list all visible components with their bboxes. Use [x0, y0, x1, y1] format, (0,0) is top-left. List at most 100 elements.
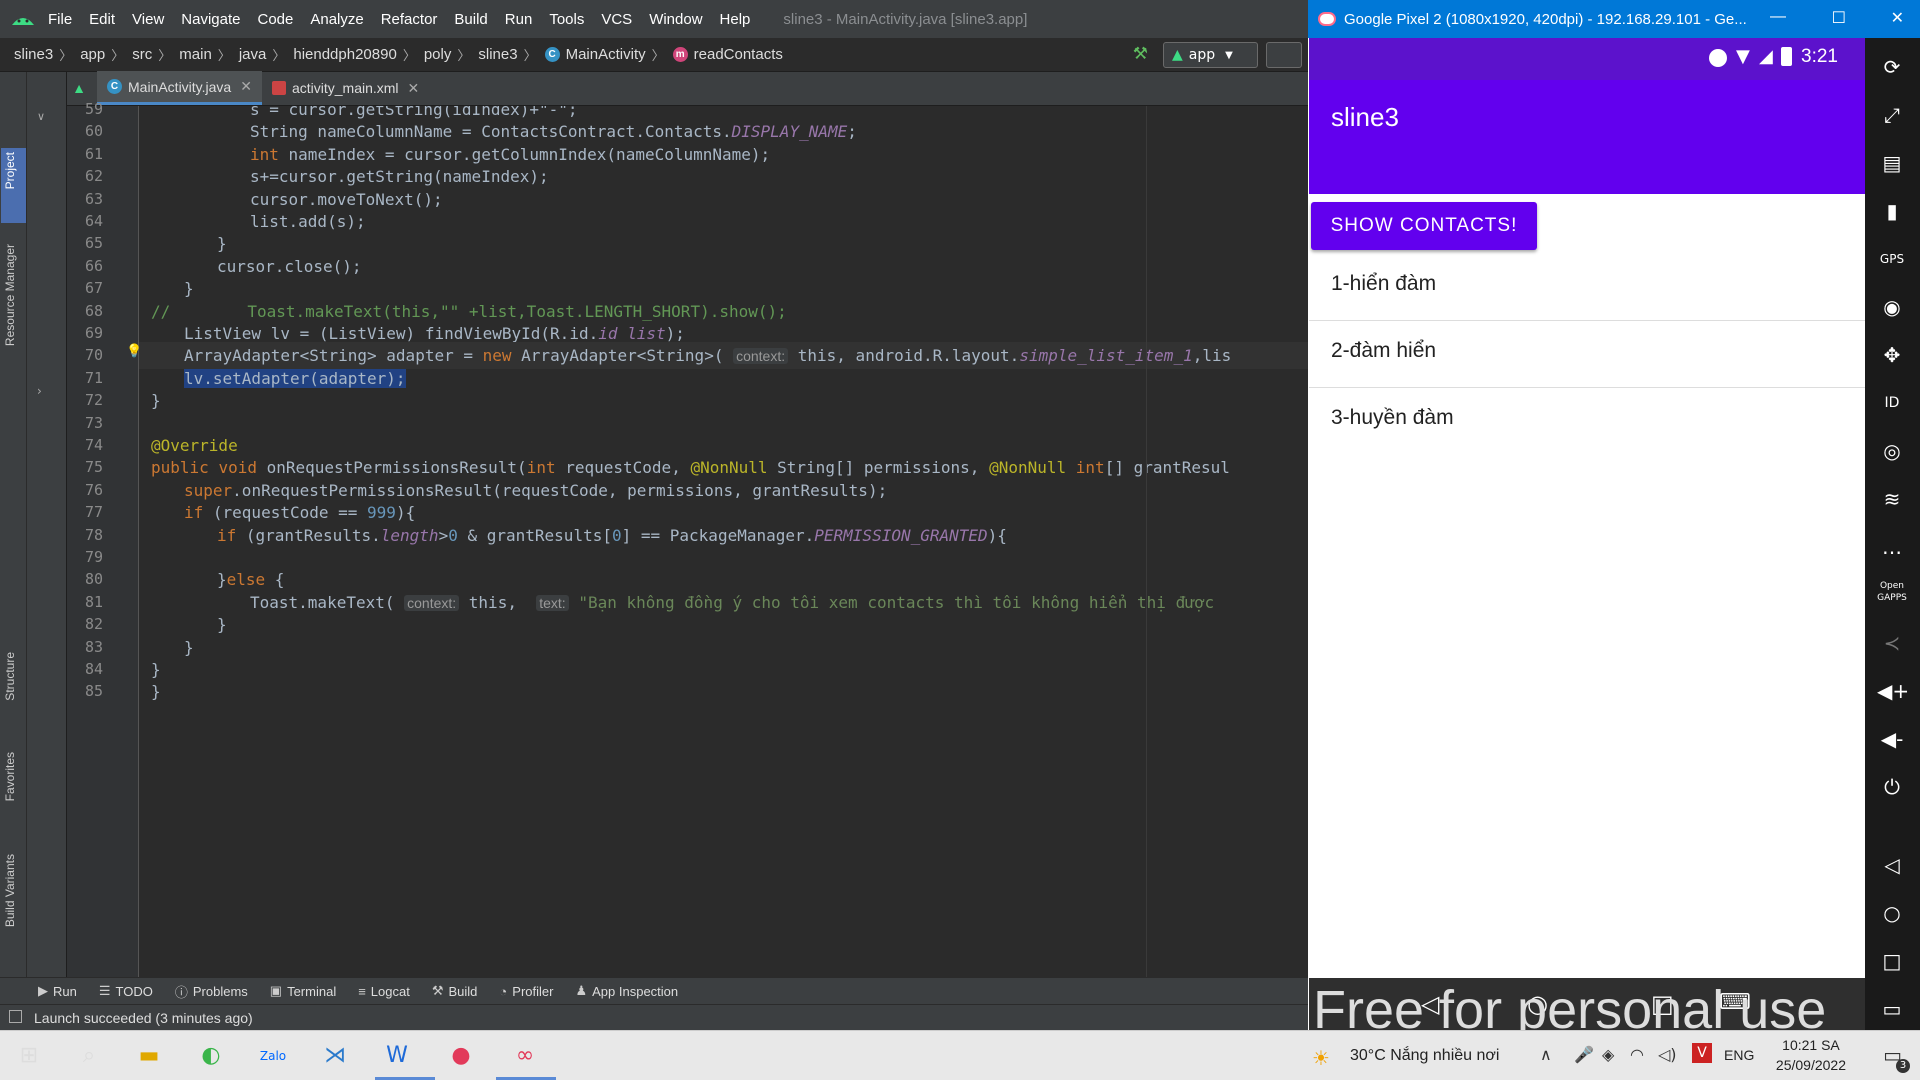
breadcrumb-item[interactable]: MainActivity [566, 46, 646, 63]
show-contacts-button[interactable]: SHOW CONTACTS! [1311, 202, 1537, 250]
genymotion-player-icon[interactable]: ∞ [508, 1039, 542, 1073]
tab-problems[interactable]: ⓘ Problems [175, 982, 248, 1001]
tab-profiler[interactable]: ◔ Profiler [499, 984, 553, 999]
terminal-icon: ▣ [269, 983, 283, 998]
breadcrumb-item[interactable]: sline3 [478, 46, 517, 63]
wifi-icon[interactable]: ◠ [1630, 1045, 1644, 1064]
menu-view[interactable]: View [132, 11, 164, 28]
file-explorer-icon[interactable]: ▬ [132, 1039, 166, 1073]
cast-icon[interactable]: ≋ [1877, 484, 1907, 514]
webcam-icon[interactable]: ◉ [1877, 292, 1907, 322]
menu-analyze[interactable]: Analyze [310, 11, 363, 28]
tab-mainactivity[interactable]: C MainActivity.java ✕ [97, 71, 262, 105]
chevron-right-icon: 〉 [111, 48, 125, 63]
camera-icon[interactable]: ▤ [1877, 148, 1907, 178]
battery-icon [1781, 47, 1792, 66]
tray-chevron-icon[interactable]: ∧ [1540, 1045, 1552, 1064]
battery-icon[interactable]: ▮ [1877, 196, 1907, 226]
code-line[interactable]: } [139, 678, 1308, 705]
genymotion-icon[interactable]: ● [444, 1039, 478, 1073]
open-gapps-icon[interactable]: Open GAPPS [1877, 580, 1907, 610]
menu-code[interactable]: Code [257, 11, 293, 28]
weather-text[interactable]: 30°C Nắng nhiều nơi [1350, 1047, 1499, 1065]
rotate-icon[interactable]: ⟳ [1877, 52, 1907, 82]
breadcrumb-item[interactable]: src [132, 46, 152, 63]
lightbulb-icon[interactable]: 💡 [126, 344, 142, 359]
menu-window[interactable]: Window [649, 11, 702, 28]
media-icon[interactable]: ◎ [1877, 436, 1907, 466]
home-icon[interactable]: ○ [1877, 898, 1907, 928]
code-editor[interactable]: s = cursor.getString(idIndex)+"-"; String… [139, 106, 1308, 977]
tab-structure[interactable]: Structure [3, 652, 17, 701]
tab-terminal[interactable]: ▣ Terminal [270, 983, 336, 999]
menu-build[interactable]: Build [454, 11, 487, 28]
tab-app-inspection[interactable]: ♟ App Inspection [575, 983, 678, 999]
menu-file[interactable]: File [48, 11, 72, 28]
genymotion-icon [1318, 12, 1336, 26]
language-indicator[interactable]: ENG [1724, 1047, 1754, 1063]
layout-toggle-icon[interactable] [9, 1010, 22, 1023]
breadcrumb-item[interactable]: java [239, 46, 267, 63]
vscode-icon[interactable]: ⋊ [318, 1039, 352, 1073]
clock[interactable]: 10:21 SA 25/09/2022 [1776, 1035, 1846, 1075]
fullscreen-icon[interactable]: ⤢ [1877, 100, 1907, 130]
menu-help[interactable]: Help [720, 11, 751, 28]
tab-run[interactable]: ▶ Run [38, 983, 77, 999]
tab-build[interactable]: ⚒ Build [432, 983, 478, 999]
tab-favorites[interactable]: Favorites [3, 752, 17, 801]
share-icon[interactable]: ≺ [1877, 628, 1907, 658]
phone-time: 3:21 [1801, 46, 1838, 67]
tab-logcat[interactable]: ≡ Logcat [358, 984, 410, 999]
browser-icon[interactable]: ◐ [194, 1039, 228, 1073]
breadcrumb-item[interactable]: sline3 [14, 46, 53, 63]
microphone-icon[interactable]: 🎤 [1574, 1045, 1594, 1064]
breadcrumb-item[interactable]: main [179, 46, 212, 63]
sms-icon[interactable]: … [1877, 532, 1907, 562]
id-icon[interactable]: ID [1877, 388, 1907, 418]
recents-icon[interactable]: □ [1877, 946, 1907, 976]
run-config-dropdown[interactable]: ▲ app ▼ [1163, 42, 1258, 68]
minimize-icon[interactable]: — [1770, 8, 1786, 26]
tab-resource-manager[interactable]: Resource Manager [3, 244, 17, 346]
list-item[interactable]: 2-đàm hiển [1309, 321, 1865, 388]
tab-todo[interactable]: ☰ TODO [99, 983, 153, 999]
close-icon[interactable]: ✕ [1891, 8, 1904, 28]
back-icon[interactable]: ◁ [1877, 850, 1907, 880]
menu-run[interactable]: Run [505, 11, 533, 28]
close-icon[interactable]: ✕ [240, 78, 252, 95]
list-item[interactable]: 3-huyền đàm [1309, 388, 1865, 455]
list-item[interactable]: 1-hiển đàm [1309, 254, 1865, 321]
word-icon[interactable]: W [380, 1039, 414, 1073]
breadcrumb-item[interactable]: readContacts [694, 46, 783, 63]
windows-start-icon[interactable]: ⊞ [12, 1039, 46, 1073]
search-icon[interactable]: ⌕ [72, 1039, 106, 1073]
tab-activity-main-xml[interactable]: activity_main.xml ✕ [262, 71, 429, 105]
breadcrumb-item[interactable]: app [80, 46, 105, 63]
zalo-icon[interactable]: Zalo [256, 1039, 290, 1073]
volume-up-icon[interactable]: ◀+ [1877, 676, 1909, 706]
chevron-right-icon[interactable]: › [37, 384, 42, 398]
gps-icon[interactable]: GPS [1877, 244, 1907, 274]
tab-build-label: Build [448, 983, 478, 999]
build-hammer-icon[interactable]: ⚒ [1133, 44, 1148, 64]
volume-down-icon[interactable]: ◀- [1877, 724, 1907, 754]
menu-vcs[interactable]: VCS [601, 11, 632, 28]
device-selector-button[interactable] [1266, 42, 1302, 68]
breadcrumb-item[interactable]: poly [424, 46, 452, 63]
menu-navigate[interactable]: Navigate [181, 11, 240, 28]
menu-edit[interactable]: Edit [89, 11, 115, 28]
move-icon[interactable]: ✥ [1877, 340, 1907, 370]
power-icon[interactable]: ⏻ [1877, 772, 1907, 802]
unikey-icon[interactable]: V [1692, 1043, 1712, 1063]
menu-refactor[interactable]: Refactor [381, 11, 438, 28]
volume-icon[interactable]: ◁) [1658, 1045, 1677, 1064]
chevron-down-icon[interactable]: ∨ [37, 110, 45, 123]
tab-build-variants[interactable]: Build Variants [3, 854, 17, 927]
maximize-icon[interactable]: ☐ [1832, 8, 1846, 28]
network-icon[interactable]: ◈ [1602, 1045, 1614, 1064]
menu-tools[interactable]: Tools [549, 11, 584, 28]
menu-icon[interactable]: ▭ [1877, 994, 1907, 1024]
run-config-label: app [1188, 47, 1216, 63]
close-icon[interactable]: ✕ [408, 80, 420, 97]
breadcrumb-item[interactable]: hienddph20890 [293, 46, 396, 63]
